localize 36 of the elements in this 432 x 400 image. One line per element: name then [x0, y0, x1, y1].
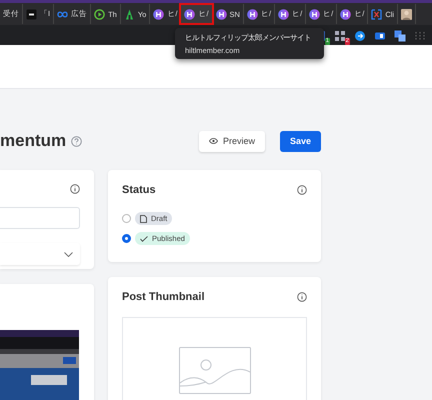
avatar-icon	[401, 8, 412, 20]
play-icon	[94, 8, 106, 20]
triangle-logo-icon	[124, 8, 135, 20]
check-icon	[140, 236, 148, 242]
infinity-icon	[57, 8, 68, 20]
text-field[interactable]	[0, 207, 80, 229]
document-icon	[140, 214, 147, 222]
chevron-down-icon	[64, 252, 73, 256]
eye-icon	[208, 138, 218, 144]
bracket-logo-icon	[371, 8, 382, 20]
translate-icon[interactable]	[394, 29, 406, 41]
circle-logo-icon	[278, 8, 290, 20]
circle-logo-icon	[309, 8, 320, 20]
bookmark[interactable]	[398, 4, 416, 24]
circle-logo-icon	[184, 8, 196, 20]
card-title: Post Thumbnail	[122, 291, 204, 303]
page-title: mentum	[0, 131, 66, 151]
highlight-frame	[179, 3, 214, 25]
image-placeholder-icon	[178, 347, 250, 394]
circle-logo-icon	[246, 8, 258, 20]
circle-logo-icon	[216, 8, 227, 20]
preview-button[interactable]: Preview	[198, 130, 265, 152]
radio-button[interactable]	[122, 234, 131, 243]
circle-logo-icon	[153, 8, 164, 20]
help-icon[interactable]	[71, 136, 82, 146]
dots-icon[interactable]	[414, 29, 426, 41]
square-logo-icon	[26, 8, 37, 20]
radio-button[interactable]	[122, 214, 131, 223]
thumbnail-dropzone[interactable]	[122, 317, 307, 400]
info-icon[interactable]	[70, 184, 80, 194]
info-icon[interactable]	[297, 292, 307, 302]
circle-logo-icon	[340, 8, 352, 20]
arrow-circle-icon[interactable]	[354, 29, 366, 41]
card-title: Status	[122, 184, 156, 196]
info-icon[interactable]	[297, 185, 307, 195]
save-button[interactable]: Save	[280, 130, 321, 152]
